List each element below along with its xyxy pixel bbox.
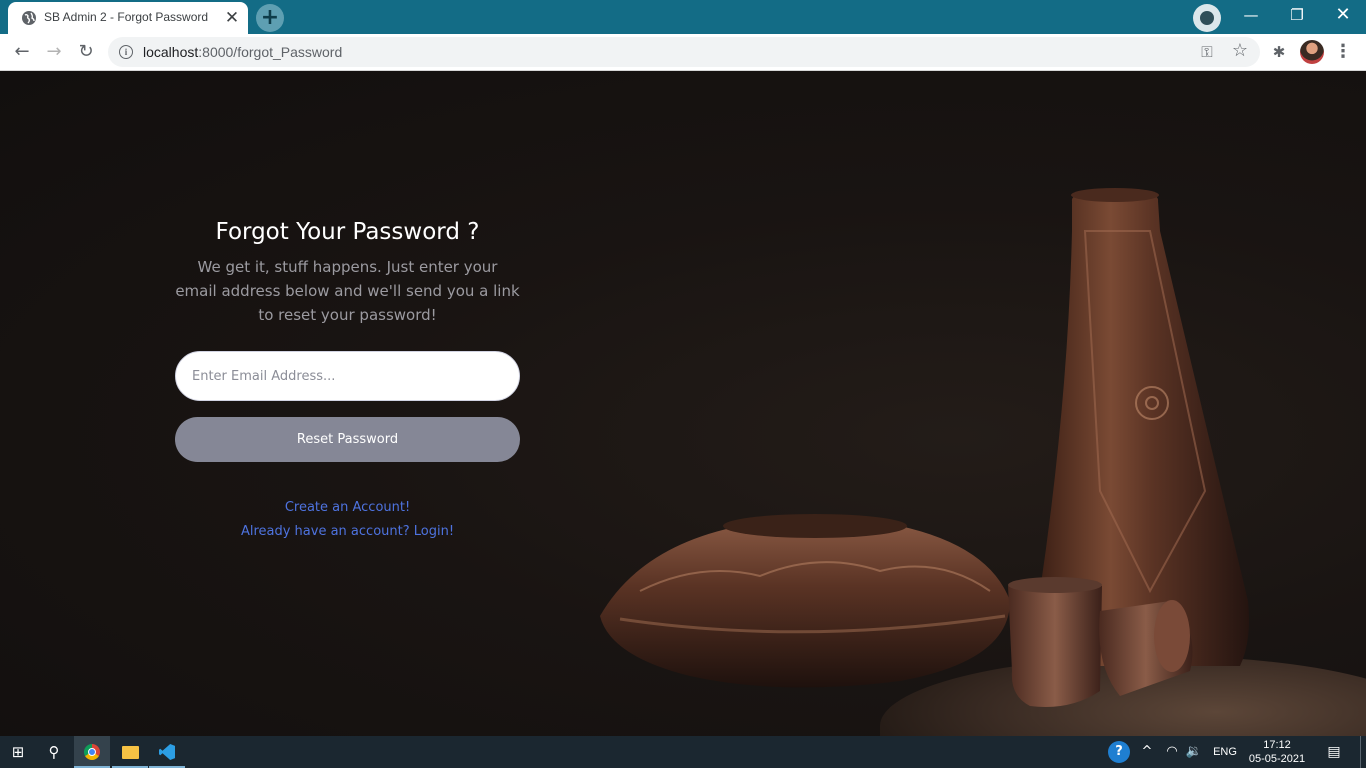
help-icon[interactable]: ? (1108, 741, 1130, 763)
minimize-button[interactable]: — (1228, 0, 1274, 30)
tab-close-icon[interactable]: ✕ (222, 8, 242, 28)
browser-tab[interactable]: SB Admin 2 - Forgot Password ✕ (8, 2, 248, 34)
globe-icon (22, 11, 36, 25)
system-clock[interactable]: 17:12 05-05-2021 (1244, 738, 1310, 766)
window-close-button[interactable]: ✕ (1320, 0, 1366, 30)
restore-button[interactable]: ❐ (1274, 0, 1320, 30)
extensions-puzzle-icon[interactable]: ✱ (1268, 41, 1290, 63)
vscode-icon (159, 744, 175, 760)
folder-icon (121, 746, 139, 759)
login-link[interactable]: Already have an account? Login! (175, 524, 520, 539)
windows-start-icon[interactable]: ⊞ (0, 736, 36, 768)
standing-cup (1008, 581, 1102, 707)
page-viewport: Forgot Your Password ? We get it, stuff … (0, 71, 1366, 736)
browser-toolbar: ← → ↻ i localhost:8000/forgot_Password ⚿… (0, 34, 1366, 71)
volume-icon[interactable]: 🔉 (1184, 736, 1204, 768)
reset-password-button[interactable]: Reset Password (175, 417, 520, 462)
profile-avatar[interactable] (1300, 40, 1324, 64)
taskbar-file-explorer-button[interactable] (112, 736, 148, 768)
menu-kebab-icon[interactable]: ⋮ (1334, 40, 1352, 64)
url-text[interactable]: localhost:8000/forgot_Password (143, 44, 342, 60)
new-tab-button[interactable]: + (256, 4, 284, 32)
wide-pot (600, 518, 1010, 688)
clock-date: 05-05-2021 (1248, 753, 1306, 765)
show-desktop-button[interactable] (1360, 736, 1366, 768)
browser-tab-strip: SB Admin 2 - Forgot Password ✕ + — ❐ ✕ (0, 0, 1366, 34)
search-icon[interactable]: ⚲ (36, 736, 72, 768)
page-title: Forgot Your Password ? (215, 219, 480, 245)
reload-button[interactable]: ↻ (72, 38, 100, 66)
tab-search-button[interactable] (1193, 4, 1221, 32)
taskbar-vscode-button[interactable] (149, 736, 185, 768)
notifications-icon[interactable]: ▤ (1322, 736, 1346, 768)
back-button[interactable]: ← (8, 38, 36, 66)
info-icon[interactable]: i (119, 45, 133, 59)
bookmark-star-icon[interactable]: ☆ (1230, 41, 1250, 61)
create-account-link[interactable]: Create an Account! (175, 500, 520, 515)
wifi-icon[interactable]: ◠ (1162, 736, 1182, 768)
chevron-up-icon[interactable]: ^ (1138, 736, 1156, 768)
address-bar[interactable]: i localhost:8000/forgot_Password ⚿ ☆ (108, 37, 1260, 67)
chrome-icon (84, 744, 100, 760)
page-subtitle: We get it, stuff happens. Just enter you… (175, 258, 520, 324)
email-input[interactable] (175, 351, 520, 401)
windows-taskbar: ⊞ ⚲ ? ^ ◠ 🔉 ENG 17:12 05-05-2021 ▤ (0, 736, 1366, 768)
clock-time: 17:12 (1263, 739, 1291, 751)
taskbar-chrome-button[interactable] (74, 736, 110, 768)
copper-vessels-image (600, 188, 1249, 707)
url-host: localhost (143, 44, 199, 60)
language-indicator[interactable]: ENG (1210, 736, 1240, 768)
forward-button[interactable]: → (40, 38, 68, 66)
key-icon[interactable]: ⚿ (1198, 43, 1216, 61)
url-path: :8000/forgot_Password (198, 44, 343, 60)
tab-title: SB Admin 2 - Forgot Password (44, 10, 209, 24)
